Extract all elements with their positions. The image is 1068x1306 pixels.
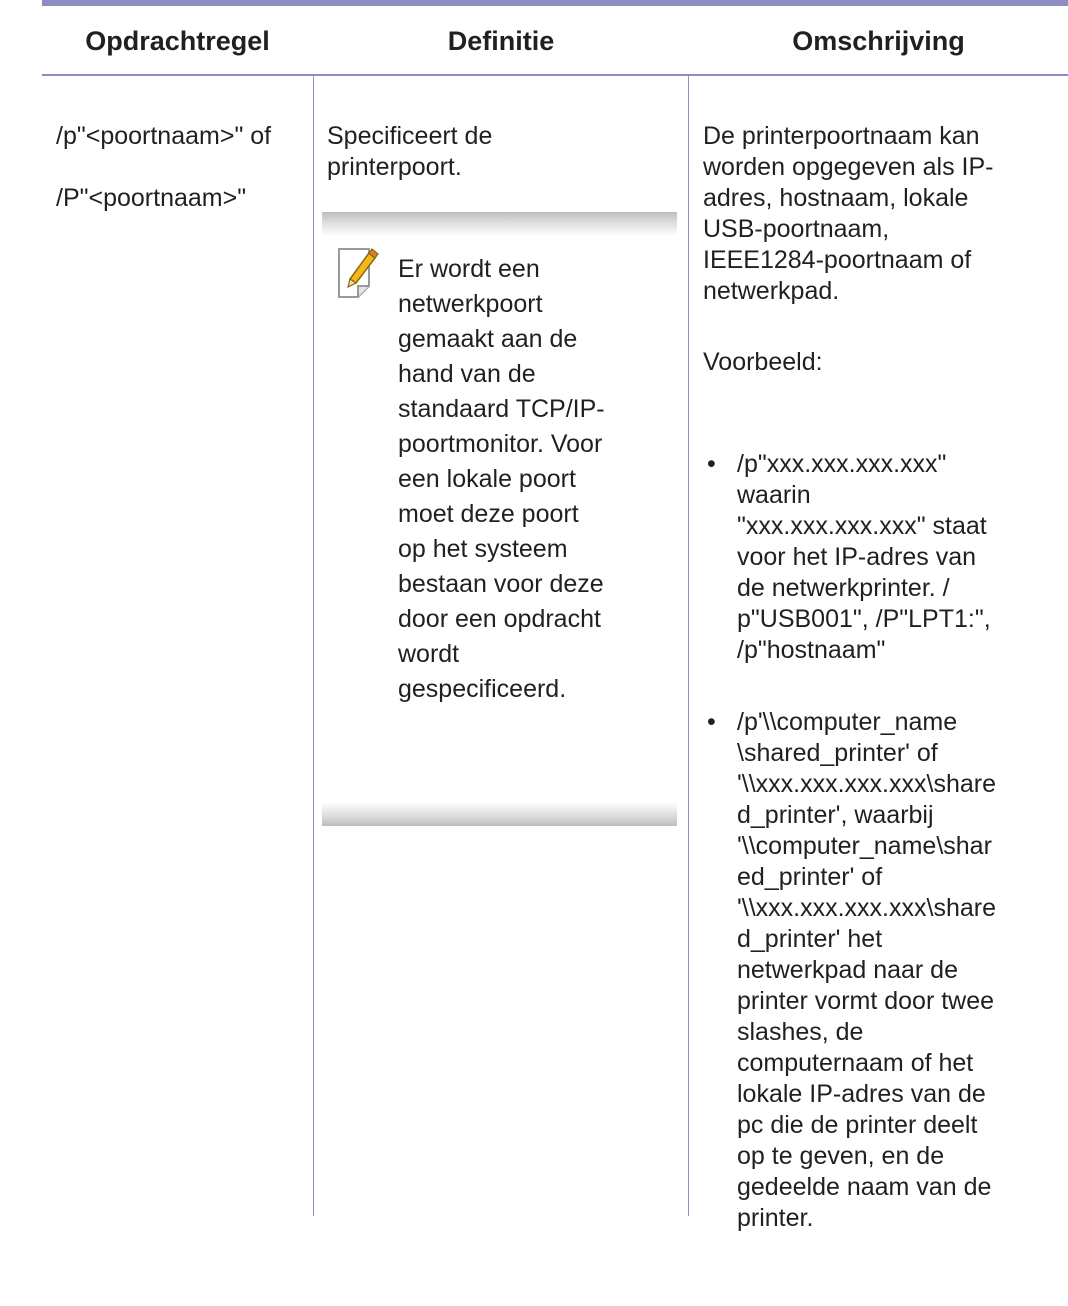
description-cell: De printerpoortnaam kan worden opgegeven… bbox=[703, 90, 1065, 1306]
header-opdrachtregel: Opdrachtregel bbox=[85, 26, 270, 56]
example-label: Voorbeeld: bbox=[703, 348, 823, 376]
note-band-bottom bbox=[322, 802, 677, 826]
bullet-icon: • bbox=[707, 708, 716, 736]
bullet-icon: • bbox=[707, 450, 716, 478]
header-rule bbox=[42, 74, 1068, 76]
description-intro: De printerpoortnaam kan worden opgegeven… bbox=[703, 122, 994, 305]
pencil-note-icon bbox=[336, 246, 380, 300]
example-text: /p'\\computer_name \shared_printer' of '… bbox=[737, 708, 996, 1232]
column-divider bbox=[313, 76, 314, 1216]
header-definitie: Definitie bbox=[447, 26, 555, 56]
note-box: Er wordt een netwerkpoort gemaakt aan de… bbox=[322, 212, 677, 826]
example-list: • /p"xxx.xxx.xxx.xxx" waarin "xxx.xxx.xxx… bbox=[703, 418, 1065, 1275]
header-omschrijving: Omschrijving bbox=[792, 26, 965, 56]
command-line: /P"<poortnaam>" bbox=[56, 184, 247, 212]
command-table: Opdrachtregel Definitie Omschrijving /p"… bbox=[42, 0, 1068, 1232]
list-item: • /p'\\computer_name \shared_printer' of … bbox=[703, 707, 1065, 1234]
list-item: • /p"xxx.xxx.xxx.xxx" waarin "xxx.xxx.xxx… bbox=[703, 449, 1065, 666]
note-band-top bbox=[322, 212, 677, 236]
column-divider bbox=[688, 76, 689, 1216]
definition-text: Specificeert de printerpoort. bbox=[327, 122, 493, 181]
example-text: /p"xxx.xxx.xxx.xxx" waarin "xxx.xxx.xxx.… bbox=[737, 450, 991, 664]
command-line: /p"<poortnaam>" of bbox=[56, 122, 272, 150]
command-cell: /p"<poortnaam>" of /P"<poortnaam>" bbox=[56, 90, 306, 245]
note-text: Er wordt een netwerkpoort gemaakt aan de… bbox=[398, 255, 605, 703]
definition-cell: Specificeert de printerpoort. bbox=[327, 90, 677, 214]
